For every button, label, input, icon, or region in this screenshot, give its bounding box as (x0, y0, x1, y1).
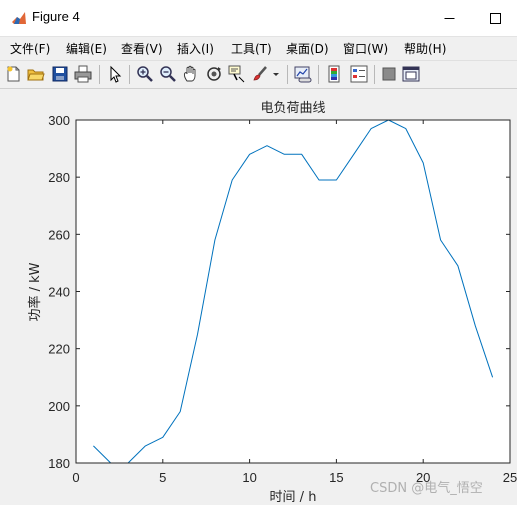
y-tick-label: 220 (48, 342, 70, 357)
print-icon[interactable] (74, 65, 92, 83)
legend-icon[interactable] (350, 65, 368, 83)
toolbar-separator (99, 65, 100, 84)
hide-plot-tools-icon[interactable] (380, 65, 398, 83)
link-plot-icon[interactable] (294, 65, 312, 83)
y-tick-label: 280 (48, 170, 70, 185)
minimize-button[interactable] (426, 0, 472, 36)
y-tick-label: 240 (48, 285, 70, 300)
open-file-icon[interactable] (27, 65, 45, 83)
plot-area (76, 120, 510, 463)
colorbar-icon[interactable] (326, 65, 344, 83)
y-tick-label: 200 (48, 399, 70, 414)
menu-file[interactable]: 文件(F) (10, 40, 50, 57)
y-tick-label: 180 (48, 456, 70, 471)
x-tick-label: 15 (329, 470, 343, 485)
x-tick-label: 25 (503, 470, 517, 485)
window-title-bar: Figure 4 (0, 0, 517, 37)
menu-window[interactable]: 窗口(W) (343, 40, 388, 57)
menu-insert[interactable]: 插入(I) (177, 40, 214, 57)
menu-help[interactable]: 帮助(H) (404, 40, 446, 57)
zoom-in-icon[interactable] (136, 65, 154, 83)
x-tick-label: 5 (159, 470, 166, 485)
y-tick-label: 300 (48, 113, 70, 128)
minimize-icon (444, 17, 454, 19)
maximize-button[interactable] (472, 0, 517, 36)
x-tick-label: 10 (242, 470, 256, 485)
toolbar-separator (318, 65, 319, 84)
toolbar-separator (129, 65, 130, 84)
figure-canvas: 电负荷曲线 0 5 10 15 20 25 180 200 220 240 260 280 300 时间… (0, 89, 517, 505)
menu-desktop[interactable]: 桌面(D) (286, 40, 329, 57)
line-chart: 电负荷曲线 0 5 10 15 20 25180200220240260280300 时间… (27, 101, 517, 505)
save-icon[interactable] (51, 65, 69, 83)
figure-toolbar (0, 60, 517, 89)
brush-icon[interactable] (251, 65, 269, 83)
x-tick-label: 0 (72, 470, 79, 485)
y-tick-label: 260 (48, 227, 70, 242)
show-plot-tools-icon[interactable] (402, 65, 420, 83)
chart-title: 电负荷曲线 (260, 101, 325, 116)
new-figure-icon[interactable] (5, 65, 23, 83)
csdn-watermark: CSDN @电气_悟空 (370, 481, 483, 496)
x-axis-label: 时间 / h (270, 490, 317, 505)
rotate-3d-icon[interactable] (205, 65, 223, 83)
maximize-icon (489, 12, 501, 24)
matlab-logo-icon (12, 12, 26, 24)
toolbar-separator (287, 65, 288, 84)
pointer-icon[interactable] (106, 65, 124, 83)
menu-tools[interactable]: 工具(T) (231, 40, 272, 57)
data-cursor-icon[interactable] (228, 65, 246, 83)
menu-view[interactable]: 查看(V) (121, 40, 163, 57)
toolbar-separator (374, 65, 375, 84)
dropdown-arrow-icon[interactable] (271, 65, 281, 83)
menu-bar: 文件(F) 编辑(E) 查看(V) 插入(I) 工具(T) 桌面(D) 窗口(W… (0, 37, 517, 59)
pan-icon[interactable] (182, 65, 200, 83)
window-title: Figure 4 (32, 9, 80, 24)
zoom-out-icon[interactable] (159, 65, 177, 83)
y-axis-label: 功率 / kW (27, 262, 43, 321)
menu-edit[interactable]: 编辑(E) (66, 40, 107, 57)
